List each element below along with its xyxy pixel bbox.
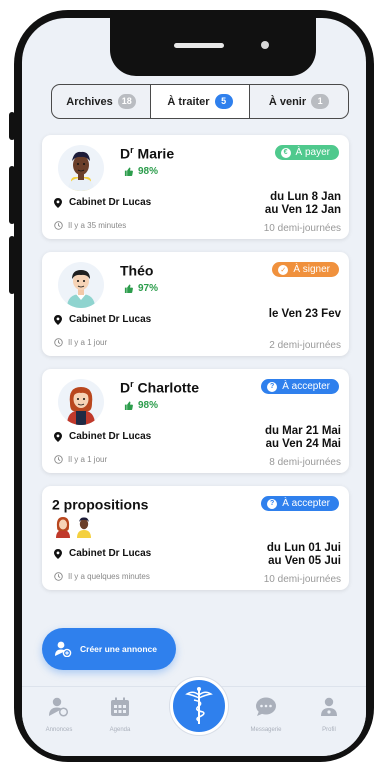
tab-a-traiter[interactable]: À traiter 5 — [151, 85, 250, 118]
add-user-icon — [55, 641, 72, 657]
nav-messagerie[interactable]: Messagerie — [236, 697, 296, 733]
location-pin-icon — [54, 548, 62, 559]
nav-agenda[interactable]: Agenda — [90, 697, 150, 733]
status-badge: ? À accepter — [261, 379, 339, 394]
tab-count-badge: 1 — [311, 94, 330, 109]
time-ago: Il y a quelques minutes — [54, 572, 150, 581]
half-days: 10 demi-journées — [263, 574, 341, 585]
location: Cabinet Dr Lucas — [54, 548, 151, 559]
tab-count-badge: 18 — [117, 94, 136, 109]
clock-icon — [54, 455, 63, 464]
mission-card[interactable]: Dr Charlotte 98% ? À accepter Cabinet Dr… — [42, 369, 349, 473]
time-ago: Il y a 35 minutes — [54, 221, 126, 230]
tab-label: À traiter — [167, 95, 210, 108]
time-ago: Il y a 1 jour — [54, 455, 107, 464]
nav-profil[interactable]: Profil — [299, 697, 359, 733]
rating: 98% — [124, 166, 158, 177]
nurse-avatar-icon — [67, 270, 95, 308]
tab-count-badge: 5 — [214, 94, 233, 109]
card-title: 2 propositions — [52, 496, 149, 513]
location: Cabinet Dr Lucas — [54, 197, 151, 208]
question-icon: ? — [267, 498, 278, 509]
front-camera — [261, 41, 269, 49]
tab-label: Archives — [66, 95, 113, 108]
avatar — [58, 262, 104, 308]
doctor-avatar-icon — [77, 517, 91, 538]
location-pin-icon — [54, 431, 62, 442]
question-icon: ? — [267, 381, 278, 392]
status-badge: € À payer — [274, 145, 339, 160]
create-listing-label: Créer une annonce — [80, 644, 157, 654]
status-badge: ? À accepter — [261, 496, 339, 511]
half-days: 10 demi-journées — [263, 223, 341, 234]
thumbs-up-icon — [124, 401, 133, 410]
nav-label: Profil — [322, 727, 336, 733]
location: Cabinet Dr Lucas — [54, 314, 151, 325]
nav-label: Agenda — [109, 727, 131, 733]
tab-a-venir[interactable]: À venir 1 — [250, 85, 348, 118]
chat-icon — [256, 697, 276, 716]
date-range: du Lun 8 Jan au Ven 12 Jan — [264, 191, 341, 216]
avatar — [58, 145, 104, 191]
location-pin-icon — [54, 314, 62, 325]
annonces-icon — [49, 697, 69, 717]
mute-switch — [9, 112, 15, 140]
tab-label: À venir — [268, 95, 307, 108]
notch — [110, 18, 316, 76]
rating: 97% — [124, 283, 158, 294]
nav-home-button[interactable] — [170, 677, 228, 735]
date-range: le Ven 23 Fev — [268, 308, 341, 320]
card-title: Théo — [120, 262, 154, 279]
volume-up-button — [9, 166, 15, 224]
date-range: du Mar 21 Mai au Ven 24 Mai — [264, 425, 341, 450]
status-tabs: Archives 18 À traiter 5 À venir 1 — [51, 84, 349, 119]
thumbs-up-icon — [124, 167, 133, 176]
nav-annonces[interactable]: Annonces — [29, 697, 89, 733]
thumbs-up-icon — [124, 284, 133, 293]
proposals-avatars — [54, 516, 93, 538]
doctor-avatar-icon — [68, 151, 94, 191]
half-days: 2 demi-journées — [269, 340, 341, 351]
nav-label: Annonces — [45, 727, 73, 733]
check-icon: ✓ — [278, 264, 289, 275]
avatar — [58, 379, 104, 425]
doctor-avatar-icon — [67, 387, 95, 425]
calendar-icon — [111, 697, 129, 716]
nav-label: Messagerie — [250, 727, 282, 733]
volume-down-button — [9, 236, 15, 294]
rating: 98% — [124, 400, 158, 411]
profile-icon — [321, 697, 337, 716]
tab-archives[interactable]: Archives 18 — [52, 85, 151, 118]
date-range: du Lun 01 Jui au Ven 05 Jui — [266, 542, 341, 567]
mission-card[interactable]: 2 propositions ? À accepter Cabinet Dr L… — [42, 486, 349, 590]
time-ago: Il y a 1 jour — [54, 338, 107, 347]
app-screen: Archives 18 À traiter 5 À venir 1 Dr Mar… — [22, 18, 366, 756]
speaker — [174, 43, 224, 48]
location: Cabinet Dr Lucas — [54, 431, 151, 442]
create-listing-button[interactable]: Créer une annonce — [42, 628, 176, 670]
clock-icon — [54, 572, 63, 581]
doctor-avatar-icon — [56, 517, 70, 538]
euro-icon: € — [280, 147, 291, 158]
card-title: Dr Marie — [120, 145, 175, 162]
mission-card[interactable]: Théo 97% ✓ À signer Cabinet Dr Lucas Il … — [42, 252, 349, 356]
card-title: Dr Charlotte — [120, 379, 199, 396]
clock-icon — [54, 338, 63, 347]
bottom-nav: Annonces Agenda Messagerie Profil — [22, 677, 366, 756]
status-badge: ✓ À signer — [272, 262, 339, 277]
clock-icon — [54, 221, 63, 230]
half-days: 8 demi-journées — [269, 457, 341, 468]
mission-card[interactable]: Dr Marie 98% € À payer Cabinet Dr Lucas … — [42, 135, 349, 239]
caduceus-icon — [185, 687, 213, 724]
location-pin-icon — [54, 197, 62, 208]
